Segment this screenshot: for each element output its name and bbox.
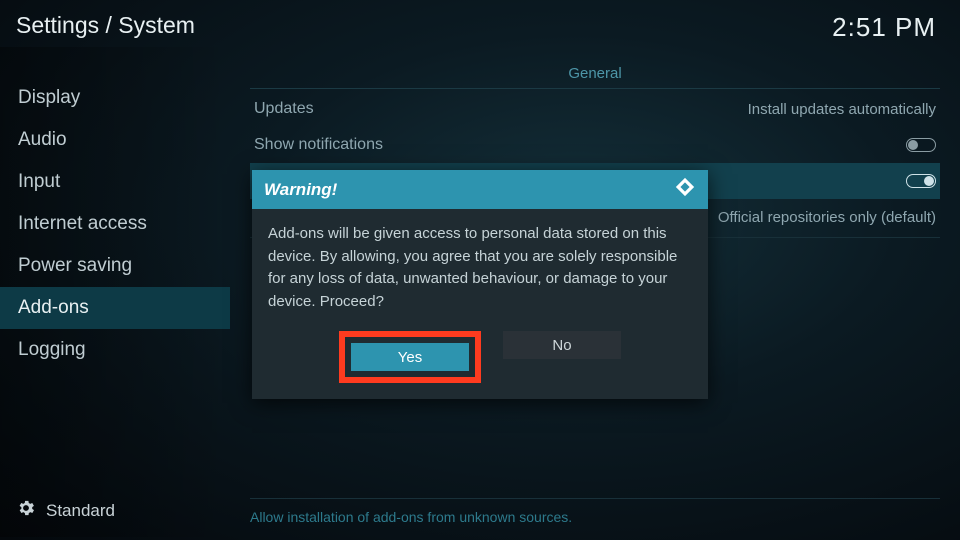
no-button[interactable]: No xyxy=(503,331,621,359)
settings-level-label: Standard xyxy=(46,501,115,521)
sidebar-item-display[interactable]: Display xyxy=(0,77,230,119)
category-header: General xyxy=(250,57,940,89)
toggle-off-icon[interactable] xyxy=(906,138,936,152)
row-updates[interactable]: Updates Install updates automatically xyxy=(250,91,940,127)
sidebar-item-power-saving[interactable]: Power saving xyxy=(0,245,230,287)
sidebar-item-logging[interactable]: Logging xyxy=(0,329,230,371)
warning-dialog: Warning! Add-ons will be given access to… xyxy=(252,170,708,399)
footer-hint: Allow installation of add-ons from unkno… xyxy=(250,498,940,525)
dialog-title: Warning! xyxy=(264,180,337,200)
row-label: Show notifications xyxy=(254,136,383,154)
row-value: Install updates automatically xyxy=(748,101,936,118)
sidebar-item-add-ons[interactable]: Add-ons xyxy=(0,287,230,329)
clock: 2:51 PM xyxy=(832,12,936,43)
row-value: Official repositories only (default) xyxy=(718,209,936,226)
yes-button[interactable]: Yes xyxy=(351,343,469,371)
kodi-logo-icon xyxy=(674,176,696,203)
toggle-on-icon[interactable] xyxy=(906,174,936,188)
gear-icon xyxy=(16,498,36,523)
yes-highlight-box: Yes xyxy=(339,331,481,383)
row-show-notifications[interactable]: Show notifications xyxy=(250,127,940,163)
dialog-body: Add-ons will be given access to personal… xyxy=(252,209,708,331)
breadcrumb: Settings / System xyxy=(16,12,195,39)
sidebar: Display Audio Input Internet access Powe… xyxy=(0,47,230,537)
settings-level-button[interactable]: Standard xyxy=(0,484,230,537)
sidebar-item-input[interactable]: Input xyxy=(0,161,230,203)
sidebar-item-audio[interactable]: Audio xyxy=(0,119,230,161)
sidebar-item-internet-access[interactable]: Internet access xyxy=(0,203,230,245)
row-label: Updates xyxy=(254,100,314,118)
